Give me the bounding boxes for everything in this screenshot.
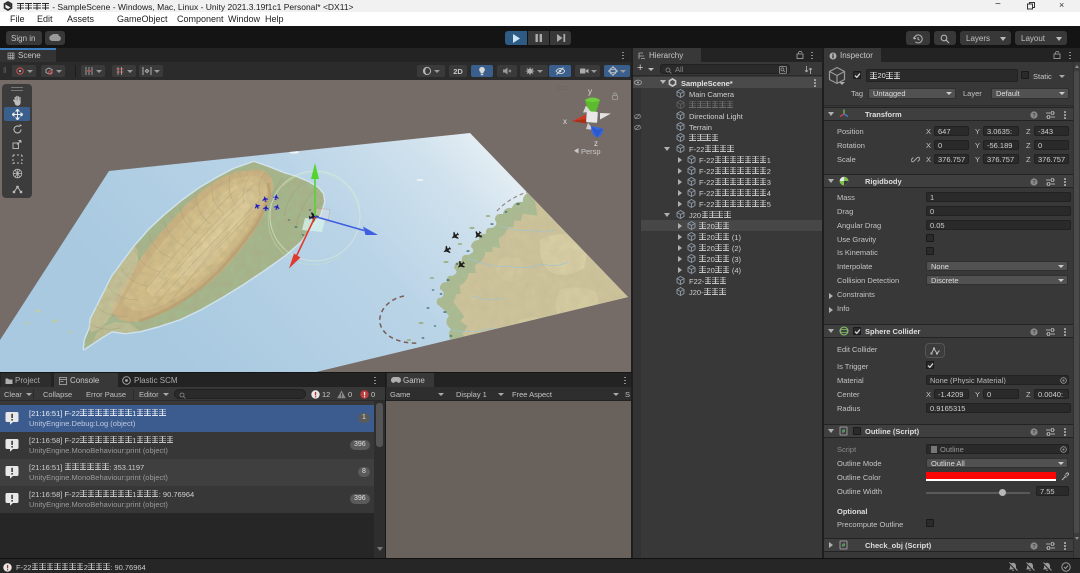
svg-text:x: x [563, 117, 567, 126]
svg-text:y: y [588, 87, 592, 96]
svg-text:#: # [842, 429, 845, 435]
svg-text:#: # [842, 543, 845, 549]
svg-text:Persp: Persp [581, 147, 601, 156]
